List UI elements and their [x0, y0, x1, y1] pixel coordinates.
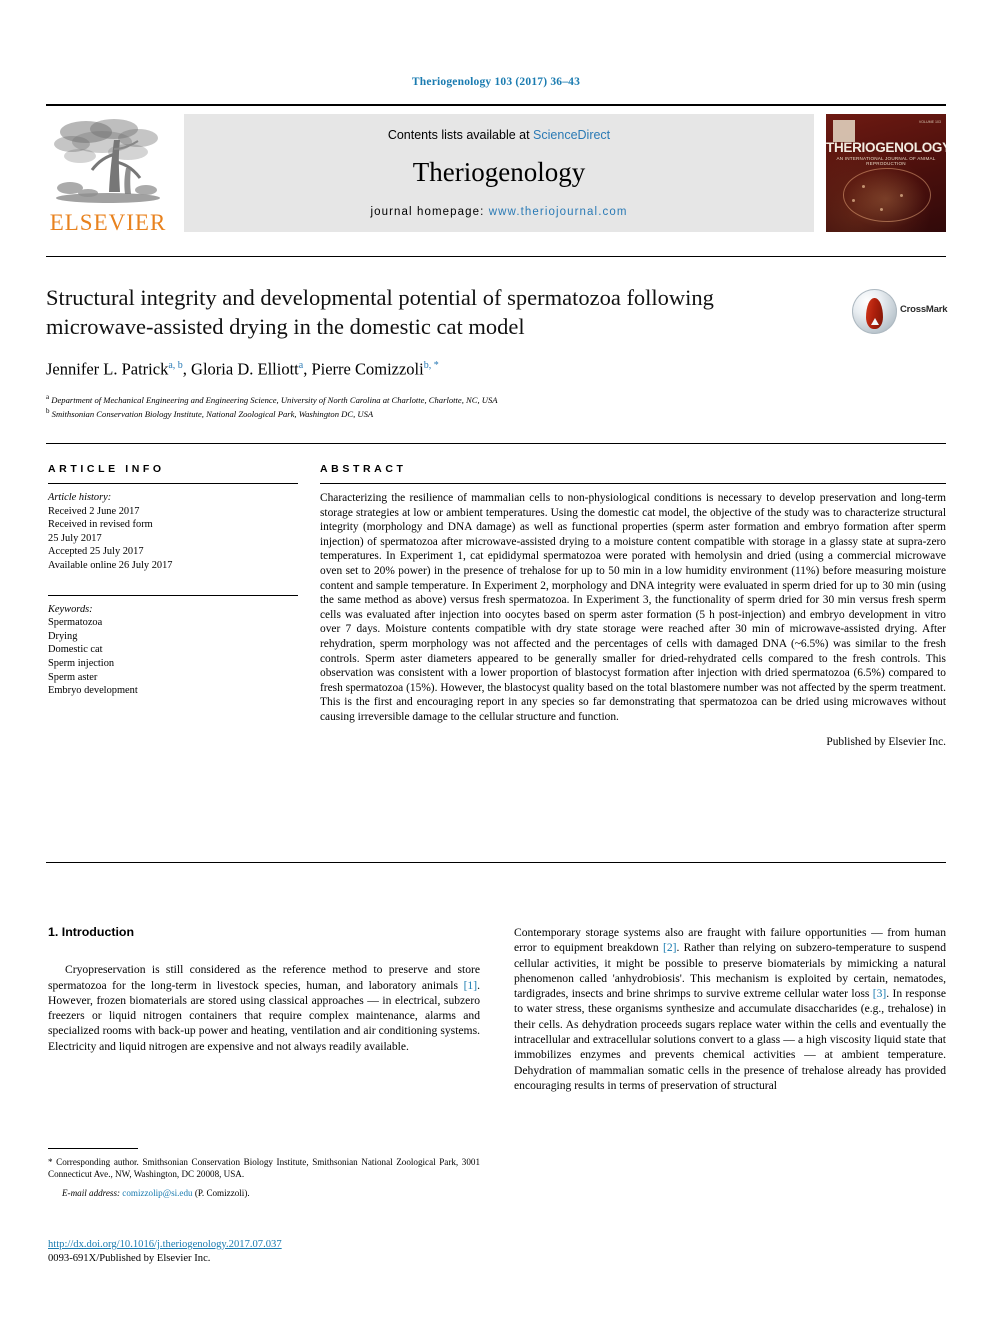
abstract-published-by: Published by Elsevier Inc.	[826, 735, 946, 748]
article-info-divider	[48, 483, 298, 484]
sciencedirect-banner: Contents lists available at ScienceDirec…	[184, 114, 814, 232]
keywords-label: Keywords:	[48, 603, 93, 615]
history-item: Available online 26 July 2017	[48, 559, 173, 571]
crossmark-arrow-icon	[871, 318, 879, 325]
email-note: E-mail address: comizzolip@si.edu (P. Co…	[48, 1187, 480, 1199]
keyword-item: Sperm aster	[48, 671, 98, 683]
elsevier-tree-icon	[52, 116, 164, 208]
cover-volume-text: VOLUME 103	[918, 120, 941, 124]
crossmark-label: CrossMark	[900, 304, 948, 315]
article-history-label: Article history:	[48, 492, 112, 503]
intro-paragraph-left: Cryopreservation is still considered as …	[48, 962, 480, 1054]
title-divider	[46, 256, 946, 257]
affiliation-item: a Department of Mechanical Engineering a…	[46, 392, 826, 406]
affiliation-text: Smithsonian Conservation Biology Institu…	[51, 409, 374, 420]
email-suffix: (P. Comizzoli).	[192, 1188, 250, 1198]
cover-publisher-mark	[833, 120, 855, 142]
keywords-divider	[48, 594, 298, 596]
cover-speck	[862, 184, 865, 188]
history-item: 25 July 2017	[48, 532, 102, 544]
author-affil-marks: a	[298, 360, 304, 371]
abstract-heading: ABSTRACT	[320, 463, 407, 475]
affiliation-mark: a	[46, 393, 50, 401]
corresponding-author-note: * Corresponding author. Smithsonian Cons…	[48, 1157, 480, 1179]
email-label: E-mail address:	[62, 1188, 123, 1198]
citation-ref-1[interactable]: [1]	[464, 979, 478, 992]
sciencedirect-link[interactable]: ScienceDirect	[533, 128, 610, 142]
body-columns: 1. Introduction Cryopreservation is stil…	[48, 925, 946, 1093]
cover-cell-outline	[842, 168, 932, 223]
footnote-divider	[48, 1148, 138, 1149]
citation-ref-3[interactable]: [3]	[873, 987, 887, 1000]
running-head: Theriogenology 103 (2017) 36–43	[411, 76, 581, 88]
author-name: Pierre Comizzoli	[311, 359, 424, 379]
contents-list-line: Contents lists available at ScienceDirec…	[184, 128, 814, 142]
article-history-block: Article history: Received 2 June 2017 Re…	[48, 491, 298, 573]
affiliation-list: a Department of Mechanical Engineering a…	[46, 392, 826, 421]
author-name: Gloria D. Elliott	[191, 359, 299, 379]
page-title: Structural integrity and developmental p…	[46, 285, 714, 339]
homepage-link[interactable]: www.theriojournal.com	[489, 206, 628, 218]
journal-masthead: ELSEVIER Contents lists available at Sci…	[46, 104, 946, 237]
affiliation-text: Department of Mechanical Engineering and…	[51, 394, 498, 405]
affiliation-item: b Smithsonian Conservation Biology Insti…	[46, 406, 826, 420]
intro-paragraph-right: Contemporary storage systems also are fr…	[514, 925, 946, 1093]
body-column-left: 1. Introduction Cryopreservation is stil…	[48, 925, 480, 1054]
history-item: Received 2 June 2017	[48, 505, 140, 517]
elsevier-logo: ELSEVIER	[46, 112, 170, 236]
doi-link[interactable]: http://dx.doi.org/10.1016/j.theriogenolo…	[48, 1238, 480, 1252]
crossmark-badge[interactable]: CrossMark	[852, 286, 948, 338]
author-affil-marks: b, *	[423, 360, 439, 371]
author-name: Jennifer L. Patrick	[46, 359, 169, 379]
article-info-heading: ARTICLE INFO	[48, 463, 165, 475]
journal-title: Theriogenology	[412, 157, 586, 187]
affiliation-mark: b	[46, 407, 50, 416]
elsevier-wordmark: ELSEVIER	[49, 210, 167, 235]
keyword-item: Drying	[48, 630, 78, 642]
abstract-band-top-divider	[46, 443, 946, 444]
history-item: Received in revised form	[48, 519, 153, 531]
journal-homepage-line: journal homepage: www.theriojournal.com	[184, 206, 814, 218]
contents-prefix: Contents lists available at	[387, 128, 534, 142]
paper-page: Theriogenology 103 (2017) 36–43 ELSEVIER…	[0, 0, 992, 1323]
keyword-item: Domestic cat	[48, 644, 103, 656]
email-link[interactable]: comizzolip@si.edu	[122, 1188, 192, 1198]
imprint-block: http://dx.doi.org/10.1016/j.theriogenolo…	[48, 1238, 480, 1266]
cover-journal-subtitle: AN INTERNATIONAL JOURNAL OF ANIMAL REPRO…	[836, 156, 936, 166]
homepage-label: journal homepage:	[370, 206, 489, 218]
issn-line: 0093-691X/Published by Elsevier Inc.	[48, 1253, 211, 1264]
footnote-block: * Corresponding author. Smithsonian Cons…	[48, 1148, 480, 1199]
journal-cover-thumbnail: VOLUME 103 THERIOGENOLOGY AN INTERNATION…	[826, 114, 946, 232]
abstract-band-bottom-divider	[46, 862, 946, 863]
article-info-column: ARTICLE INFO Article history: Received 2…	[48, 463, 298, 698]
history-item: Accepted 25 July 2017	[48, 546, 144, 558]
author-list: Jennifer L. Patricka, b, Gloria D. Ellio…	[46, 359, 439, 379]
crossmark-icon	[852, 289, 897, 334]
cover-journal-name: THERIOGENOLOGY	[826, 140, 946, 155]
intro-text-part1: Cryopreservation is still considered as …	[48, 963, 480, 992]
keyword-item: Spermatozoa	[48, 617, 103, 629]
keywords-block: Keywords: Spermatozoa Drying Domestic ca…	[48, 603, 298, 698]
citation-ref-2[interactable]: [2]	[663, 941, 677, 954]
abstract-divider	[320, 483, 946, 484]
keyword-item: Embryo development	[48, 685, 138, 697]
author-affil-marks: a, b	[168, 360, 183, 371]
abstract-column: ABSTRACT Characterizing the resilience o…	[320, 463, 946, 748]
body-column-right: Contemporary storage systems also are fr…	[514, 925, 946, 1093]
intro-right-part3: . In response to water stress, these org…	[514, 987, 946, 1092]
keyword-item: Sperm injection	[48, 657, 115, 669]
abstract-text: Characterizing the resilience of mammali…	[320, 492, 946, 723]
section-heading-introduction: 1. Introduction	[48, 925, 135, 939]
